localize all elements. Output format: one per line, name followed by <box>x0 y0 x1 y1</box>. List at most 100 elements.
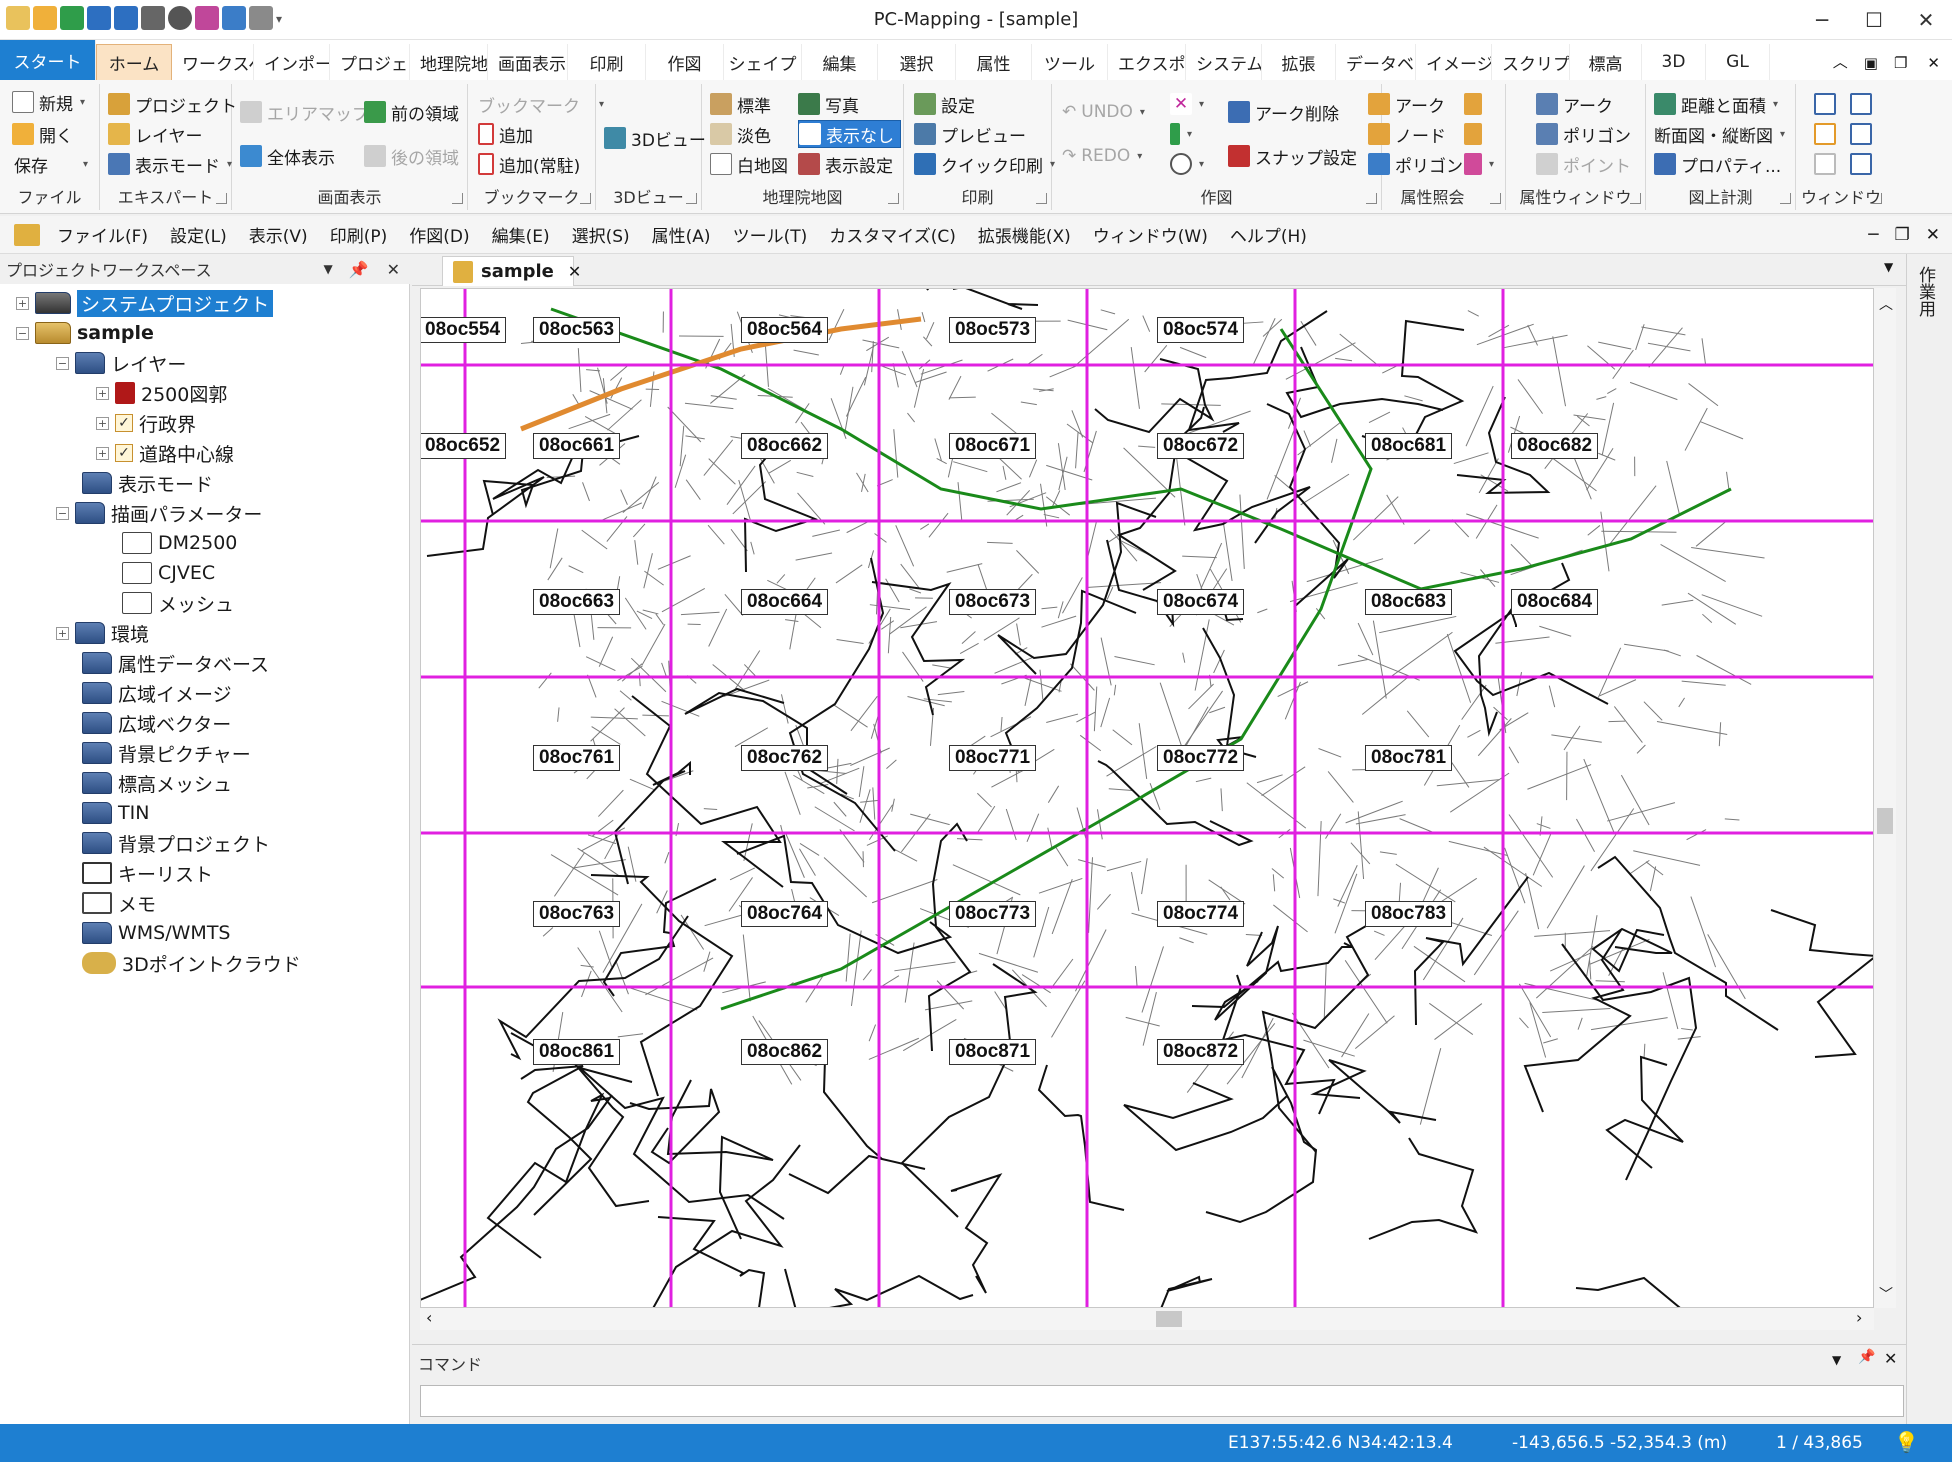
tree-layer-item[interactable]: + ✓ 道路中心線 <box>96 438 234 468</box>
checkbox-icon[interactable]: ✓ <box>115 444 133 462</box>
menu-attribute[interactable]: 属性(A) <box>641 222 722 247</box>
tab-project[interactable]: プロジェクト <box>330 44 410 80</box>
bookmark-add-resident-button[interactable]: 追加(常駐) <box>478 150 580 178</box>
doc-tab-dropdown-icon[interactable]: ▼ <box>1884 260 1893 274</box>
scroll-right-icon[interactable]: › <box>1856 1308 1862 1327</box>
query-extra-2[interactable] <box>1464 120 1482 148</box>
gsi-none-button[interactable]: 表示なし <box>798 120 901 148</box>
menu-select[interactable]: 選択(S) <box>561 222 641 247</box>
menu-draw[interactable]: 作図(D) <box>398 222 480 247</box>
tab-screen[interactable]: 画面表示 <box>488 44 568 80</box>
tab-image[interactable]: イメージ <box>1416 44 1492 80</box>
redo-button[interactable]: ↷ REDO ▾ <box>1062 142 1142 170</box>
snap-tool-button[interactable]: ▾ <box>1170 150 1204 178</box>
new-button[interactable]: 新規 ▾ <box>12 88 85 116</box>
panel-menu-icon[interactable]: ▼ <box>315 262 340 276</box>
tab-extension[interactable]: 拡張 <box>1262 44 1336 80</box>
gsi-pale-button[interactable]: 淡色 <box>710 120 771 148</box>
bookmark-add-button[interactable]: 追加 <box>478 120 533 148</box>
query-extra-3[interactable]: ▾ <box>1464 150 1494 178</box>
section-button[interactable]: 断面図・縦断図 ▾ <box>1654 120 1785 148</box>
print-launcher-icon[interactable] <box>1036 193 1047 204</box>
horizontal-scroll-thumb[interactable] <box>1156 1311 1182 1327</box>
expand-icon[interactable]: + <box>96 446 109 460</box>
lightbulb-icon[interactable]: 💡 <box>1894 1430 1919 1454</box>
panel-close-icon[interactable]: ✕ <box>377 260 410 279</box>
print-preview-button[interactable]: プレビュー <box>914 120 1026 148</box>
horizontal-scrollbar[interactable]: ‹ › <box>420 1308 1874 1330</box>
expert-launcher-icon[interactable] <box>216 193 227 204</box>
attr-query-launcher-icon[interactable] <box>1490 193 1501 204</box>
tab-start[interactable]: スタート <box>0 40 96 80</box>
menu-file[interactable]: ファイル(F) <box>46 222 159 247</box>
area-map-button[interactable]: エリアマップ <box>240 98 369 126</box>
attr-window-launcher-icon[interactable] <box>1630 193 1641 204</box>
tree-folder[interactable]: 3Dポイントクラウド <box>82 948 301 978</box>
tab-system[interactable]: システム <box>1186 44 1262 80</box>
tree-environment[interactable]: + 環境 <box>56 618 149 648</box>
menu-print[interactable]: 印刷(P) <box>319 222 399 247</box>
menu-settings[interactable]: 設定(L) <box>159 222 238 247</box>
undo-button[interactable]: ↶ UNDO ▾ <box>1062 98 1145 126</box>
menu-help[interactable]: ヘルプ(H) <box>1219 222 1318 247</box>
minimize-button[interactable]: ─ <box>1796 0 1848 40</box>
collapse-icon[interactable]: − <box>16 326 29 340</box>
scroll-down-icon[interactable]: ﹀ <box>1879 1284 1893 1304</box>
tab-attribute[interactable]: 属性 <box>956 44 1032 80</box>
collapse-ribbon-icon[interactable]: ︿ <box>1825 51 1856 80</box>
tab-shape[interactable]: シェイプ <box>724 44 802 80</box>
tab-edit[interactable]: 編集 <box>802 44 878 80</box>
full-display-button[interactable]: 全体表示 <box>240 142 335 170</box>
next-area-button[interactable]: 後の領域 <box>364 142 459 170</box>
checkbox-icon[interactable]: ✓ <box>115 414 133 432</box>
window-new-button[interactable] <box>1850 90 1872 118</box>
window-arrange-button[interactable] <box>1814 150 1836 178</box>
tab-gl[interactable]: GL <box>1706 44 1770 80</box>
expand-icon[interactable]: + <box>56 626 69 640</box>
measure-launcher-icon[interactable] <box>1780 193 1791 204</box>
node-tool-button[interactable]: ▾ <box>1170 120 1192 148</box>
property-button[interactable]: プロパティ... <box>1654 150 1781 178</box>
3dview-button[interactable]: 3Dビュー <box>604 124 706 152</box>
tab-script[interactable]: スクリプト <box>1492 44 1570 80</box>
tree-display-mode[interactable]: 表示モード <box>82 468 213 498</box>
menu-window[interactable]: ウィンドウ(W) <box>1082 222 1219 247</box>
3dview-launcher-icon[interactable] <box>686 193 697 204</box>
window-tile-v-button[interactable] <box>1850 120 1872 148</box>
tab-elevation[interactable]: 標高 <box>1570 44 1642 80</box>
gsi-standard-button[interactable]: 標準 <box>710 90 771 118</box>
window-cascade-button[interactable] <box>1814 90 1836 118</box>
tree-folder[interactable]: 広域ベクター <box>82 708 231 738</box>
layer-button[interactable]: レイヤー <box>108 120 203 148</box>
menu-customize[interactable]: カスタマイズ(C) <box>818 222 967 247</box>
query-node-button[interactable]: ノード <box>1368 120 1446 148</box>
tree-folder[interactable]: キーリスト <box>82 858 213 888</box>
mdi-minimize-icon[interactable]: ─ <box>1860 225 1886 245</box>
tab-close-icon[interactable]: ✕ <box>568 262 581 281</box>
expand-icon[interactable]: + <box>96 416 109 430</box>
tree-layer-item[interactable]: + ✓ 行政界 <box>96 408 196 438</box>
menu-extensions[interactable]: 拡張機能(X) <box>967 222 1082 247</box>
command-close-icon[interactable]: ✕ <box>1884 1349 1897 1368</box>
menu-view[interactable]: 表示(V) <box>238 222 319 247</box>
tree-folder[interactable]: 属性データベース <box>82 648 269 678</box>
tree-folder[interactable]: 標高メッシュ <box>82 768 232 798</box>
command-menu-icon[interactable]: ▼ <box>1832 1353 1841 1367</box>
tree-folder[interactable]: 背景プロジェクト <box>82 828 270 858</box>
tree-layer-item[interactable]: + 2500図郭 <box>96 378 227 408</box>
maximize-button[interactable]: ☐ <box>1848 0 1900 40</box>
expand-icon[interactable]: + <box>96 386 109 400</box>
bookmark-dropdown[interactable]: ブックマーク ▾ <box>478 90 604 118</box>
delete-tool-button[interactable]: ✕ ▾ <box>1170 90 1204 118</box>
save-button[interactable]: 保存 ▾ <box>14 150 88 178</box>
vertical-scroll-thumb[interactable] <box>1877 808 1893 834</box>
tab-tools[interactable]: ツール <box>1032 44 1108 80</box>
tab-3d[interactable]: 3D <box>1642 44 1706 80</box>
tree-draw-params[interactable]: − 描画パラメーター <box>56 498 262 528</box>
display-mode-button[interactable]: 表示モード ▾ <box>108 150 232 178</box>
map-canvas[interactable] <box>421 289 1874 1308</box>
vertical-scrollbar[interactable]: ︿ ﹀ <box>1874 288 1896 1308</box>
scroll-left-icon[interactable]: ‹ <box>426 1308 432 1327</box>
mdi-restore-icon[interactable]: ❐ <box>1887 225 1918 245</box>
tree-folder[interactable]: WMS/WMTS <box>82 918 231 948</box>
